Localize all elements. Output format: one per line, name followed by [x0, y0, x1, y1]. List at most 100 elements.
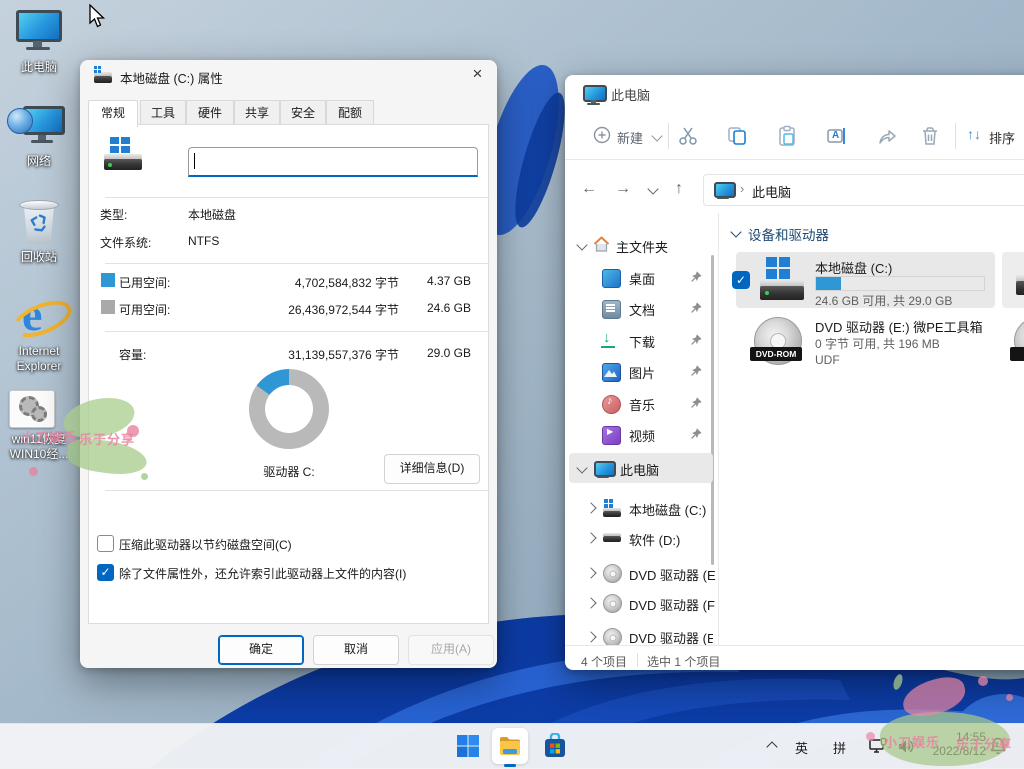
drive-filesystem: UDF [815, 353, 840, 367]
notification-bell-icon[interactable]: z [988, 736, 1010, 758]
copy-icon[interactable] [726, 125, 748, 147]
nav-back-icon[interactable]: ← [581, 180, 597, 198]
sidebar-item-label: 图片 [629, 363, 655, 382]
share-icon[interactable] [876, 125, 898, 147]
ime-lang-indicator[interactable]: 英 [795, 738, 808, 757]
section-header-label: 设备和驱动器 [748, 224, 829, 244]
tab-hardware[interactable]: 硬件 [186, 100, 234, 125]
index-checkbox-label: 除了文件属性外，还允许索引此驱动器上文件的内容(I) [119, 565, 406, 582]
desktop-icon-network[interactable]: 网络 [1, 102, 77, 169]
desktop-icon-this-pc[interactable]: 此电脑 [1, 8, 77, 75]
cancel-button[interactable]: 取消 [313, 635, 399, 665]
dvd-icon [603, 564, 622, 583]
status-selected-count: 选中 1 个项目 [647, 653, 720, 670]
paste-icon[interactable] [776, 125, 798, 147]
nav-forward-icon[interactable]: → [615, 180, 631, 198]
filesystem-value: NTFS [188, 234, 219, 248]
drive-item-dvd-e[interactable]: DVD-ROM DVD 驱动器 (E:) 微PE工具箱 0 字节 可用, 共 1… [736, 315, 995, 375]
volume-label-input[interactable] [188, 147, 478, 177]
type-label: 类型: [100, 206, 127, 223]
network-tray-icon[interactable] [868, 737, 888, 756]
drive-icon-large [104, 137, 144, 171]
taskbar-clock[interactable]: 14:55 2022/8/12 [920, 730, 986, 762]
sidebar-item-pictures[interactable]: 图片 [569, 356, 713, 386]
pin-icon[interactable] [689, 301, 703, 315]
breadcrumb-separator: › [740, 181, 744, 196]
used-space-gb: 4.37 GB [411, 274, 471, 288]
start-button[interactable] [450, 728, 486, 764]
taskbar-explorer-button active[interactable] [492, 728, 528, 764]
index-checkbox checked[interactable]: ✓ [97, 564, 114, 581]
drive-c-icon [758, 257, 806, 303]
sidebar-item-label: DVD 驱动器 (F [629, 595, 715, 614]
active-indicator [504, 764, 516, 767]
recycle-arrows-icon [28, 212, 50, 234]
apply-button[interactable]: 应用(A) [408, 635, 494, 665]
nav-recent-chevron-icon[interactable] [647, 183, 658, 194]
pin-icon[interactable] [689, 396, 703, 410]
windows-logo-icon [456, 734, 480, 758]
desktop-icon-recycle-bin[interactable]: 回收站 [1, 198, 77, 265]
pin-icon[interactable] [689, 427, 703, 441]
breadcrumb-item[interactable]: 此电脑 [752, 182, 791, 201]
section-devices-drives[interactable]: 设备和驱动器 [730, 223, 1024, 245]
filesystem-label: 文件系统: [100, 234, 151, 251]
sidebar-item-drive-d[interactable]: 软件 (D:) [569, 523, 713, 553]
tab-tools[interactable]: 工具 [140, 100, 186, 125]
compress-checkbox unchecked[interactable] [97, 535, 114, 552]
drive-info: 24.6 GB 可用, 共 29.0 GB [815, 292, 952, 309]
tab-quota[interactable]: 配额 [326, 100, 374, 125]
details-button[interactable]: 详细信息(D) [384, 454, 480, 484]
drive-icon [603, 533, 621, 542]
desktop-icon-internet-explorer[interactable]: e Internet Explorer [1, 288, 77, 374]
sidebar-item-music[interactable]: ♪ 音乐 [569, 388, 713, 418]
sidebar-item-desktop[interactable]: 桌面 [569, 262, 713, 292]
item-checkbox checked[interactable]: ✓ [732, 271, 750, 289]
sort-button[interactable]: ↑↓ 排序 [965, 122, 1024, 150]
close-button[interactable]: × [458, 60, 497, 90]
drive-c-icon [603, 499, 621, 517]
drive-item-c[interactable]: ✓ 本地磁盘 (C:) 24.6 GB 可用, 共 29.0 GB [736, 252, 995, 308]
nav-up-icon[interactable]: ↑ [675, 180, 683, 198]
used-space-bytes: 4,702,584,832 字节 [229, 274, 399, 291]
sidebar-item-home[interactable]: 主文件夹 [569, 230, 713, 260]
sidebar-item-drive-c[interactable]: 本地磁盘 (C:) [569, 493, 713, 523]
sidebar-item-dvd-partial[interactable]: DVD 驱动器 (E:) [569, 625, 713, 645]
rename-icon[interactable]: A [826, 125, 848, 147]
taskbar: 英 拼 14:55 2022/8/12 z [0, 723, 1024, 769]
desktop-icon-win11-restore[interactable]: win11恢复 WIN10经... [1, 388, 77, 462]
text-caret [194, 153, 195, 169]
sidebar-item-dvd-e[interactable]: DVD 驱动器 (E [569, 558, 713, 588]
sidebar-item-label: 音乐 [629, 395, 655, 414]
compress-checkbox-label: 压缩此驱动器以节约磁盘空间(C) [119, 536, 292, 553]
sidebar-item-this-pc[interactable]: 此电脑 [569, 453, 713, 483]
pin-icon[interactable] [689, 270, 703, 284]
capacity-gb: 29.0 GB [411, 346, 471, 360]
sidebar-item-dvd-f[interactable]: DVD 驱动器 (F [569, 588, 713, 618]
sidebar-item-label: DVD 驱动器 (E [629, 565, 716, 584]
pin-icon[interactable] [689, 333, 703, 347]
sidebar-item-documents[interactable]: 文档 [569, 293, 713, 323]
sidebar-item-videos[interactable]: ▶ 视频 [569, 419, 713, 449]
ok-button[interactable]: 确定 [218, 635, 304, 665]
this-pc-icon [1, 8, 77, 60]
tab-sharing[interactable]: 共享 [234, 100, 280, 125]
used-space-label: 已用空间: [119, 274, 170, 291]
desktop-icon-label: 此电脑 [1, 60, 77, 75]
cut-icon[interactable] [677, 125, 699, 147]
breadcrumb-bar[interactable]: › 此电脑 [703, 174, 1024, 206]
drive-item-partial[interactable] [1002, 252, 1024, 308]
tab-security[interactable]: 安全 [280, 100, 326, 125]
tray-hidden-icons-chevron-icon[interactable] [766, 740, 778, 752]
sidebar-item-label: 桌面 [629, 269, 655, 288]
sidebar-item-downloads[interactable]: ↓ 下载 [569, 325, 713, 355]
drive-item-partial-dvd[interactable] [1002, 315, 1024, 375]
tab-general[interactable]: 常规 [88, 100, 138, 127]
pin-icon[interactable] [689, 364, 703, 378]
volume-tray-icon[interactable] [896, 737, 916, 756]
ime-pinyin-indicator[interactable]: 拼 [833, 738, 846, 757]
sidebar-item-label: 下载 [629, 332, 655, 351]
taskbar-store-button[interactable] [537, 728, 573, 764]
delete-icon[interactable] [919, 125, 941, 147]
check-icon: ✓ [736, 273, 746, 287]
